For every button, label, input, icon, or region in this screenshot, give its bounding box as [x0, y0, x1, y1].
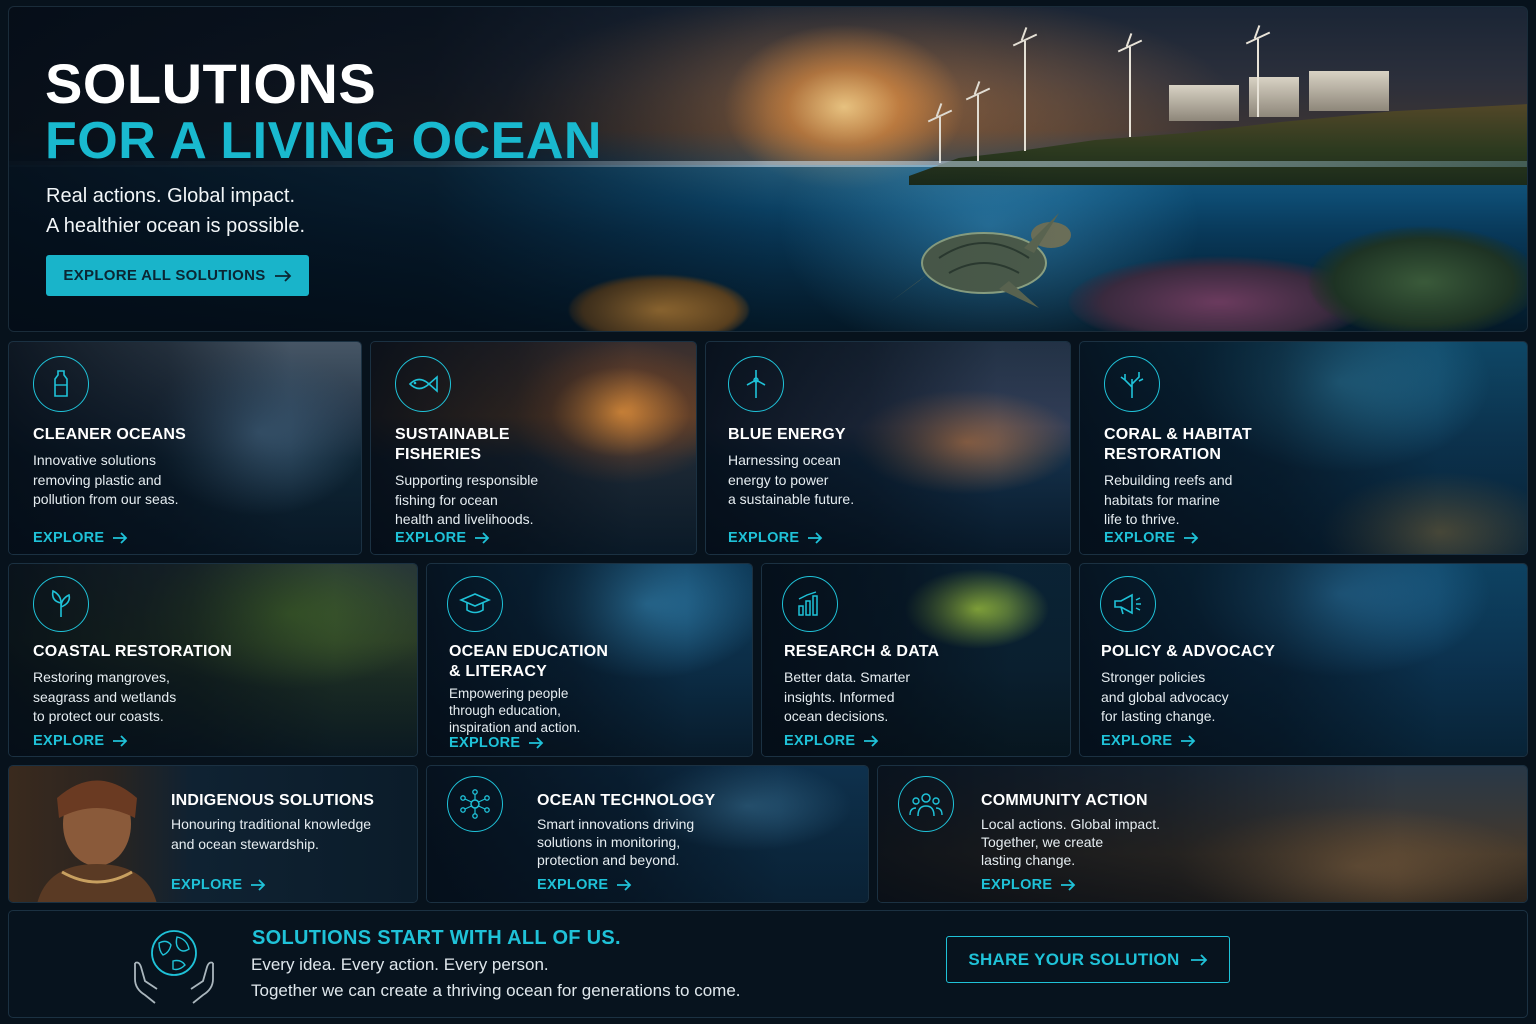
card-title: RESEARCH & DATA	[784, 643, 940, 660]
hero-banner: SOLUTIONS FOR A LIVING OCEAN Real action…	[8, 6, 1528, 332]
community-icon	[898, 776, 954, 832]
card-title: COMMUNITY ACTION	[981, 792, 1148, 809]
explore-all-solutions-button[interactable]: EXPLORE ALL SOLUTIONS	[46, 255, 309, 296]
bar-chart-icon	[782, 576, 838, 632]
network-icon	[447, 776, 503, 832]
portrait-illustration	[37, 780, 157, 902]
arrow-right-icon	[251, 879, 266, 891]
coral-icon	[1104, 356, 1160, 412]
globe-in-hands-icon	[134, 930, 214, 1004]
fish-icon	[395, 356, 451, 412]
footer-line-2: Together we can create a thriving ocean …	[251, 981, 741, 1000]
arrow-right-icon	[808, 532, 823, 544]
card-title: OCEAN EDUCATION & LITERACY	[449, 643, 609, 680]
card-title: INDIGENOUS SOLUTIONS	[171, 792, 375, 809]
arrow-right-icon	[529, 737, 544, 749]
wind-turbine-icon	[728, 356, 784, 412]
arrow-right-icon	[475, 532, 490, 544]
footer-title: SOLUTIONS START WITH ALL OF US.	[252, 927, 621, 949]
card-title: OCEAN TECHNOLOGY	[537, 792, 716, 809]
hero-title: SOLUTIONS	[45, 52, 377, 115]
explore-link[interactable]: EXPLORE	[981, 877, 1076, 893]
explore-link[interactable]: EXPLORE	[171, 877, 266, 893]
hero-title-accent: FOR A LIVING OCEAN	[45, 112, 602, 170]
arrow-right-icon	[1190, 953, 1207, 966]
card-description: Local actions. Global impact. Together, w…	[981, 816, 1160, 868]
card-title: CORAL & HABITAT RESTORATION	[1104, 426, 1252, 463]
card-title: COASTAL RESTORATION	[33, 643, 233, 660]
megaphone-icon	[1100, 576, 1156, 632]
arrow-right-icon	[1181, 735, 1196, 747]
explore-link[interactable]: EXPLORE	[728, 530, 823, 546]
card-title: SUSTAINABLE FISHERIES	[395, 426, 510, 463]
card-description: Rebuilding reefs and habitats for marine l…	[1104, 472, 1233, 527]
arrow-right-icon	[113, 735, 128, 747]
graduation-cap-icon	[447, 576, 503, 632]
card-description: Innovative solutions removing plastic and…	[33, 452, 179, 507]
card-community-action[interactable]: COMMUNITY ACTION Local actions. Global i…	[877, 765, 1528, 903]
card-description: Stronger policies and global advocacy for …	[1101, 669, 1229, 724]
footer-line-1: Every idea. Every action. Every person.	[251, 955, 549, 974]
explore-link[interactable]: EXPLORE	[449, 735, 544, 751]
card-ocean-technology[interactable]: OCEAN TECHNOLOGY Smart innovations drivi…	[426, 765, 869, 903]
share-your-solution-button[interactable]: SHARE YOUR SOLUTION	[946, 936, 1230, 983]
explore-link[interactable]: EXPLORE	[33, 530, 128, 546]
card-ocean-education[interactable]: OCEAN EDUCATION & LITERACY Empowering peo…	[426, 563, 753, 757]
hero-subtitle: Real actions. Global impact. A healthier…	[46, 185, 306, 237]
arrow-right-icon	[274, 269, 291, 282]
card-description: Harnessing ocean energy to power a sustain…	[728, 452, 855, 507]
card-description: Restoring mangroves, seagrass and wetland…	[33, 669, 177, 724]
arrow-right-icon	[1061, 879, 1076, 891]
bottle-icon	[33, 356, 89, 412]
explore-link[interactable]: EXPLORE	[33, 733, 128, 749]
explore-link[interactable]: EXPLORE	[784, 733, 879, 749]
card-title: BLUE ENERGY	[728, 426, 846, 443]
card-blue-energy[interactable]: BLUE ENERGY Harnessing ocean energy to po…	[705, 341, 1071, 555]
card-description: Empowering people through education, inspi…	[449, 686, 581, 735]
leaf-icon	[33, 576, 89, 632]
card-description: Honouring traditional knowledge and ocean…	[171, 816, 372, 852]
card-description: Supporting responsible fishing for ocean h…	[395, 472, 539, 527]
arrow-right-icon	[113, 532, 128, 544]
card-description: Better data. Smarter insights. Informed oc…	[784, 669, 911, 724]
arrow-right-icon	[864, 735, 879, 747]
arrow-right-icon	[1184, 532, 1199, 544]
card-sustainable-fisheries[interactable]: SUSTAINABLE FISHERIES Supporting responsi…	[370, 341, 697, 555]
explore-link[interactable]: EXPLORE	[1101, 733, 1196, 749]
card-indigenous-solutions[interactable]: INDIGENOUS SOLUTIONS Honouring tradition…	[8, 765, 418, 903]
card-coastal-restoration[interactable]: COASTAL RESTORATION Restoring mangroves,…	[8, 563, 418, 757]
card-title: POLICY & ADVOCACY	[1101, 643, 1276, 660]
explore-link[interactable]: EXPLORE	[537, 877, 632, 893]
card-coral-habitat[interactable]: CORAL & HABITAT RESTORATION Rebuilding re…	[1079, 341, 1528, 555]
card-research-data[interactable]: RESEARCH & DATA Better data. Smarter insi…	[761, 563, 1071, 757]
arrow-right-icon	[617, 879, 632, 891]
card-title: CLEANER OCEANS	[33, 426, 187, 443]
card-cleaner-oceans[interactable]: CLEANER OCEANS Innovative solutions remov…	[8, 341, 362, 555]
card-policy-advocacy[interactable]: POLICY & ADVOCACY Stronger policies and g…	[1079, 563, 1528, 757]
explore-link[interactable]: EXPLORE	[395, 530, 490, 546]
footer-banner: SOLUTIONS START WITH ALL OF US. Every id…	[8, 910, 1528, 1018]
card-description: Smart innovations driving solutions in mo…	[537, 816, 695, 868]
explore-link[interactable]: EXPLORE	[1104, 530, 1199, 546]
